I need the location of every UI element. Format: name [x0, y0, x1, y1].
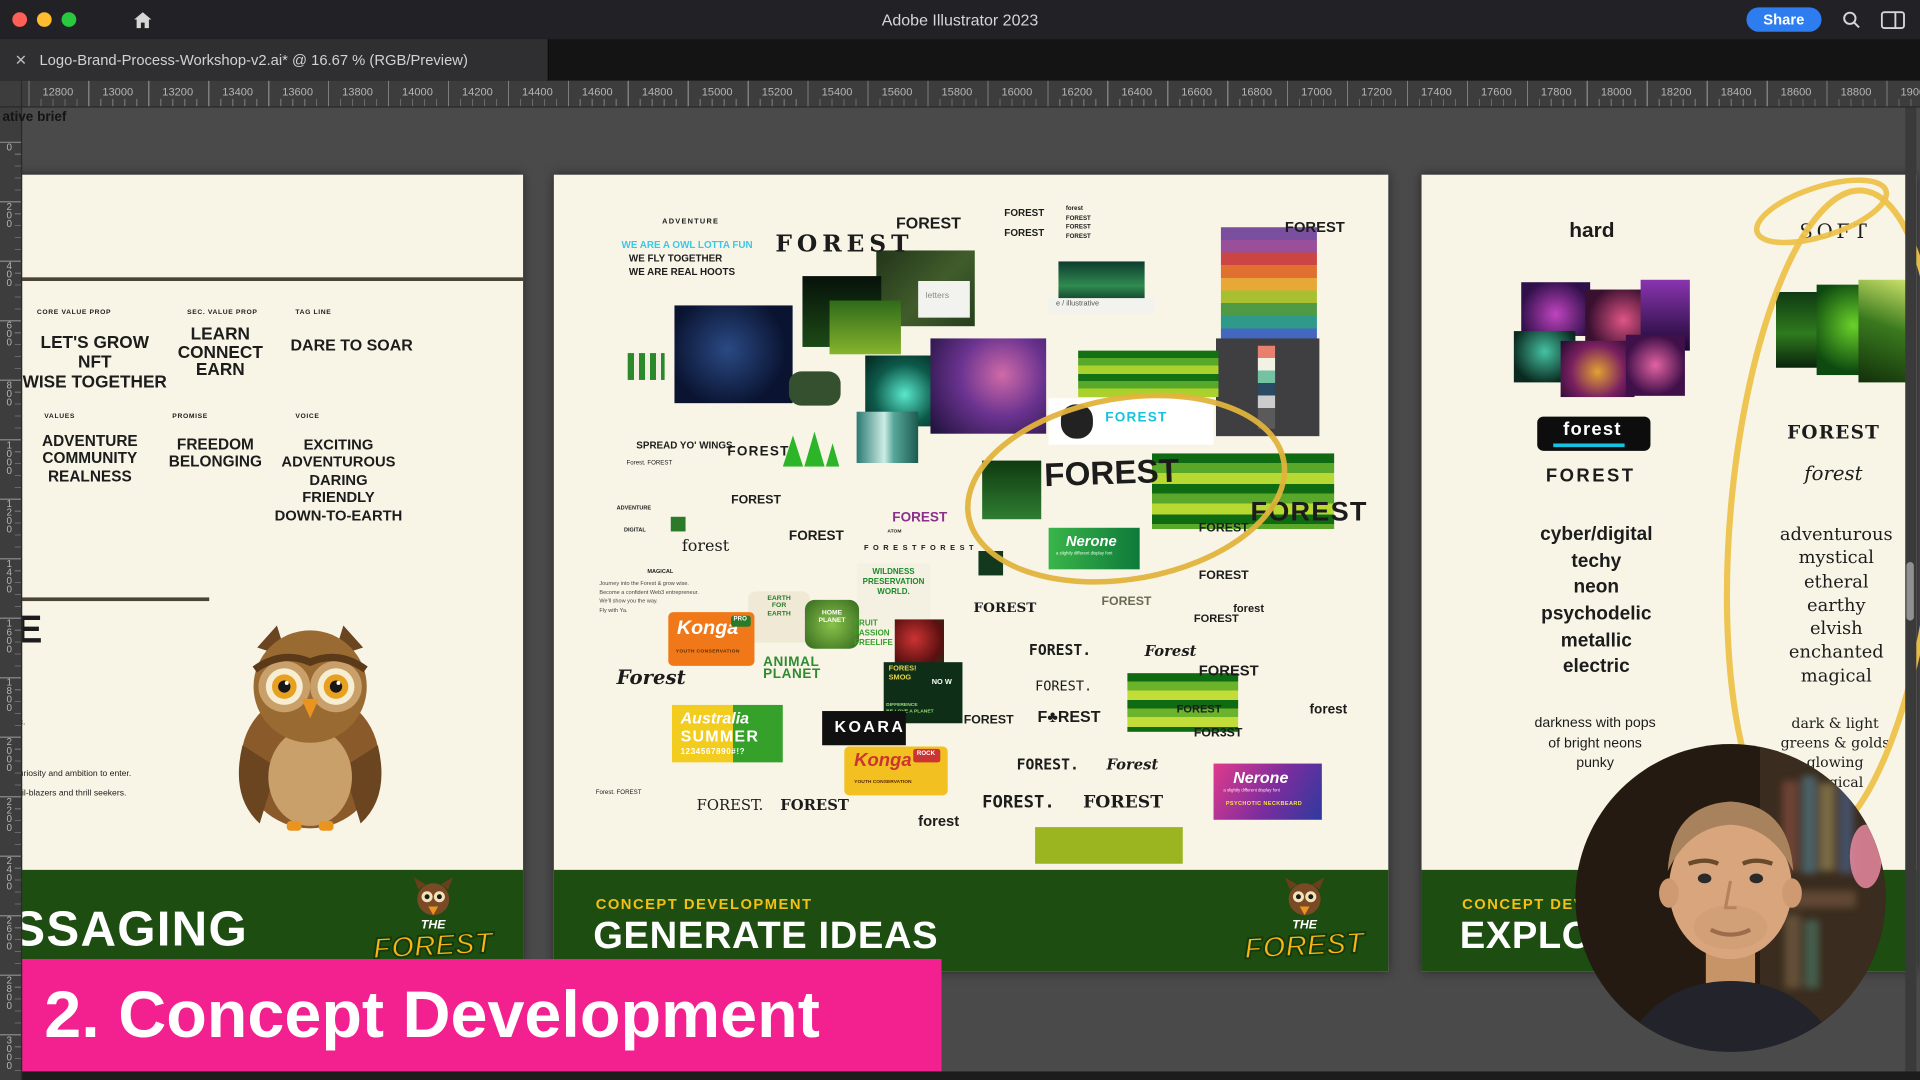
annotation-circle-forest[interactable] [948, 373, 1305, 605]
ruler-label: 19000 [1901, 86, 1920, 98]
ruler-label: 18200 [1661, 86, 1692, 98]
webcam-overlay [1575, 744, 1885, 1052]
ruler-label: 1400 [4, 558, 15, 592]
ruler-label: 2600 [4, 915, 15, 949]
ruler-label: 17600 [1481, 86, 1512, 98]
scrollbar-thumb[interactable] [1906, 562, 1913, 621]
ruler-label: 400 [4, 261, 15, 287]
home-icon [133, 10, 153, 28]
bottom-edge [0, 1071, 1920, 1080]
close-window-button[interactable] [12, 12, 27, 27]
flamingo-figure [1850, 825, 1882, 889]
ruler-label: 18400 [1721, 86, 1752, 98]
menu-bar: Adobe Illustrator 2023 Share [0, 0, 1920, 39]
ruler-label: 18000 [1601, 86, 1632, 98]
ruler-label: 0 [4, 142, 15, 151]
zoom-window-button[interactable] [62, 12, 77, 27]
search-icon[interactable] [1841, 10, 1861, 30]
ruler-label: 12800 [42, 86, 73, 98]
ruler-label: 17800 [1541, 86, 1572, 98]
ruler-label: 13600 [282, 86, 313, 98]
ruler-label: 16600 [1181, 86, 1212, 98]
tab-bar: ✕ Logo-Brand-Process-Workshop-v2.ai* @ 1… [0, 39, 1920, 81]
vertical-scrollbar[interactable] [1905, 108, 1916, 1072]
ruler-label: 1200 [4, 499, 15, 533]
ruler-label: 14800 [642, 86, 673, 98]
ruler-label: 14600 [582, 86, 613, 98]
document-tab[interactable]: ✕ Logo-Brand-Process-Workshop-v2.ai* @ 1… [0, 39, 549, 81]
illustrator-window: Adobe Illustrator 2023 Share ✕ Logo-Bran… [0, 0, 1920, 1080]
ruler-label: 14000 [402, 86, 433, 98]
ruler-corner [0, 81, 22, 108]
ruler-label: 15200 [762, 86, 793, 98]
traffic-lights [0, 12, 76, 27]
ruler-label: 2200 [4, 796, 15, 830]
ruler-label: 16200 [1061, 86, 1092, 98]
ruler-label: 17400 [1421, 86, 1452, 98]
caption-text: 2. Concept Development [0, 977, 820, 1053]
ruler-label: 16000 [1001, 86, 1032, 98]
minimize-window-button[interactable] [37, 12, 52, 27]
ruler-label: 1000 [4, 439, 15, 473]
ruler-label: 2000 [4, 737, 15, 771]
document-tab-label: Logo-Brand-Process-Workshop-v2.ai* @ 16.… [39, 51, 467, 68]
horizontal-ruler: 12800 13000 13200 13400 13600 13800 14000 14200… [0, 81, 1920, 108]
ruler-label: 15800 [942, 86, 973, 98]
ruler-label: 13400 [222, 86, 253, 98]
share-button[interactable]: Share [1746, 7, 1822, 31]
ruler-label: 14400 [522, 86, 553, 98]
ruler-label: 800 [4, 380, 15, 406]
panels-icon[interactable] [1881, 10, 1906, 28]
artboard-name-label[interactable]: ative brief [2, 110, 66, 125]
ruler-label: 16800 [1241, 86, 1272, 98]
ruler-label: 13800 [342, 86, 373, 98]
ruler-label: 18800 [1841, 86, 1872, 98]
video-caption-banner: 2. Concept Development [0, 959, 942, 1071]
ruler-label: 15600 [882, 86, 913, 98]
window-title: Adobe Illustrator 2023 [0, 10, 1920, 28]
ruler-label: 1600 [4, 618, 15, 652]
ruler-label: 17000 [1301, 86, 1332, 98]
ruler-label: 17200 [1361, 86, 1392, 98]
ruler-label: 2400 [4, 856, 15, 890]
ruler-label: 600 [4, 320, 15, 346]
ruler-label: 2800 [4, 975, 15, 1009]
vertical-ruler: 0 200 400 600 800 1000 1200 1400 1600 1800 2000 220… [0, 108, 22, 1080]
ruler-label: 14200 [462, 86, 493, 98]
ruler-label: 3000 [4, 1034, 15, 1068]
ruler-label: 1800 [4, 677, 15, 711]
ruler-label: 13000 [102, 86, 133, 98]
ruler-label: 15400 [822, 86, 853, 98]
ruler-label: 200 [4, 201, 15, 227]
ruler-label: 13200 [162, 86, 193, 98]
close-icon[interactable]: ✕ [15, 51, 27, 68]
ruler-label: 16400 [1121, 86, 1152, 98]
home-button[interactable] [133, 10, 153, 28]
ruler-label: 18600 [1781, 86, 1812, 98]
ruler-label: 15000 [702, 86, 733, 98]
